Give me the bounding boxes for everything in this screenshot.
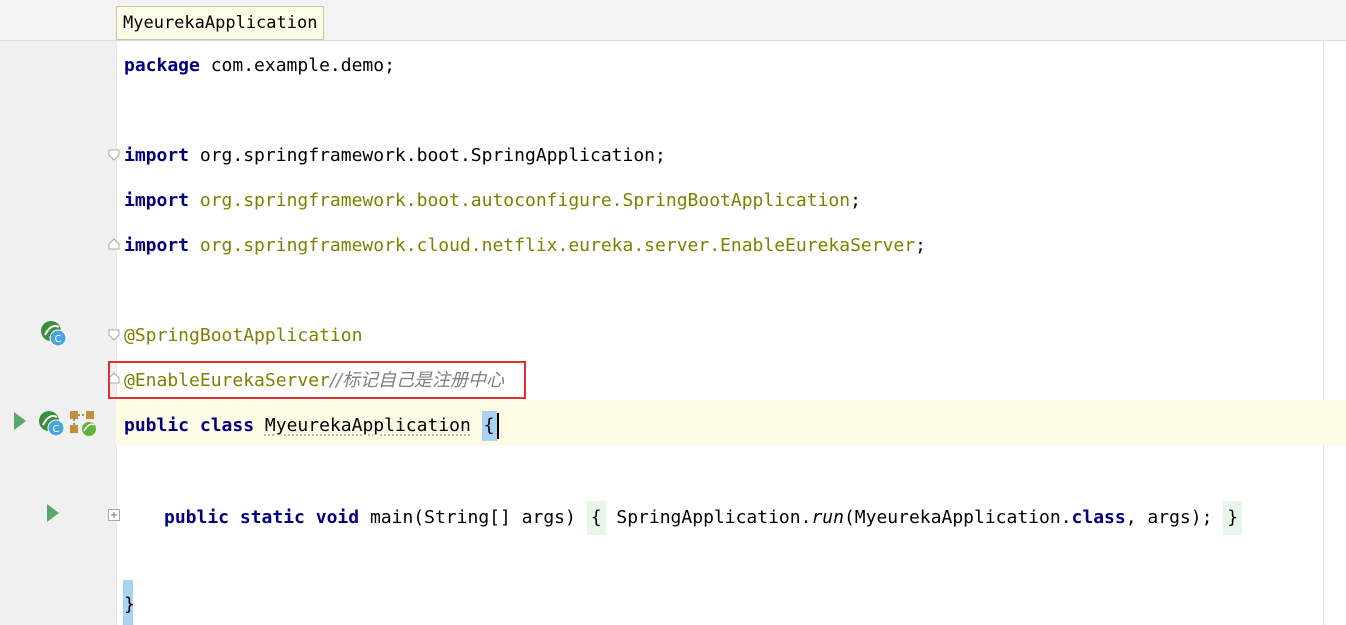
keyword-import: import xyxy=(124,145,190,166)
package-name: com.example.demo; xyxy=(199,55,395,76)
import-path-1: org.springframework.boot.SpringApplicati… xyxy=(189,145,666,166)
semicolon: ; xyxy=(915,235,926,256)
fold-marker-imports-start[interactable] xyxy=(108,149,120,161)
tab-bar: MyeurekaApplication xyxy=(0,0,1346,41)
fold-marker-class-start[interactable] xyxy=(108,329,120,341)
keyword-void: void xyxy=(315,507,360,528)
code-line-spring-boot-annotation[interactable]: @SpringBootApplication xyxy=(124,321,362,351)
keyword-import: import xyxy=(124,190,190,211)
code-line-package[interactable]: package com.example.demo; xyxy=(124,51,395,81)
code-line-import-3[interactable]: import org.springframework.cloud.netflix… xyxy=(124,231,926,261)
method-run: run xyxy=(811,507,844,528)
keyword-class: class xyxy=(199,415,255,436)
code-line-closing-brace[interactable]: } xyxy=(124,590,135,620)
code-line-import-1[interactable]: import org.springframework.boot.SpringAp… xyxy=(124,141,666,171)
spring-bean-class-icon[interactable]: C xyxy=(40,320,68,353)
keyword-public: public xyxy=(164,507,230,528)
keyword-class: class xyxy=(1071,507,1126,528)
code-line-class-declaration[interactable]: public class MyeurekaApplication { xyxy=(124,411,499,441)
matched-brace: { xyxy=(481,411,497,441)
import-path-2: org.springframework.boot.autoconfigure.S… xyxy=(189,190,851,211)
main-body-args: (MyeurekaApplication. xyxy=(843,507,1072,528)
fold-expand-main-icon[interactable] xyxy=(108,509,120,521)
main-body-call: SpringApplication. xyxy=(605,507,812,528)
tab-myeureka-application[interactable]: MyeurekaApplication xyxy=(116,6,325,40)
right-margin-guide xyxy=(1323,40,1324,625)
spring-boot-config-icon[interactable] xyxy=(68,409,98,442)
folded-brace-open[interactable]: { xyxy=(586,501,606,535)
main-signature: main(String[] args) xyxy=(359,507,587,528)
main-body-end: , args); xyxy=(1125,507,1224,528)
code-line-main-method[interactable]: public static void main(String[] args) {… xyxy=(164,501,1243,535)
keyword-static: static xyxy=(239,507,305,528)
run-main-icon[interactable] xyxy=(45,502,61,529)
class-name[interactable]: MyeurekaApplication xyxy=(265,415,471,436)
import-path-3: org.springframework.cloud.netflix.eureka… xyxy=(189,235,916,256)
spring-bean-class-icon-2[interactable]: C xyxy=(38,410,66,443)
editor-gutter xyxy=(0,0,117,625)
keyword-public: public xyxy=(124,415,190,436)
folded-brace-close[interactable]: } xyxy=(1223,501,1243,535)
keyword-import: import xyxy=(124,235,190,256)
fold-marker-imports-end[interactable] xyxy=(108,238,120,250)
keyword-package: package xyxy=(124,55,200,76)
run-class-icon[interactable] xyxy=(12,410,28,437)
red-highlight-box xyxy=(108,361,526,399)
svg-text:C: C xyxy=(55,334,62,345)
code-line-import-2[interactable]: import org.springframework.boot.autoconf… xyxy=(124,186,861,216)
text-cursor xyxy=(496,413,499,439)
semicolon: ; xyxy=(850,190,861,211)
svg-text:C: C xyxy=(53,424,60,435)
